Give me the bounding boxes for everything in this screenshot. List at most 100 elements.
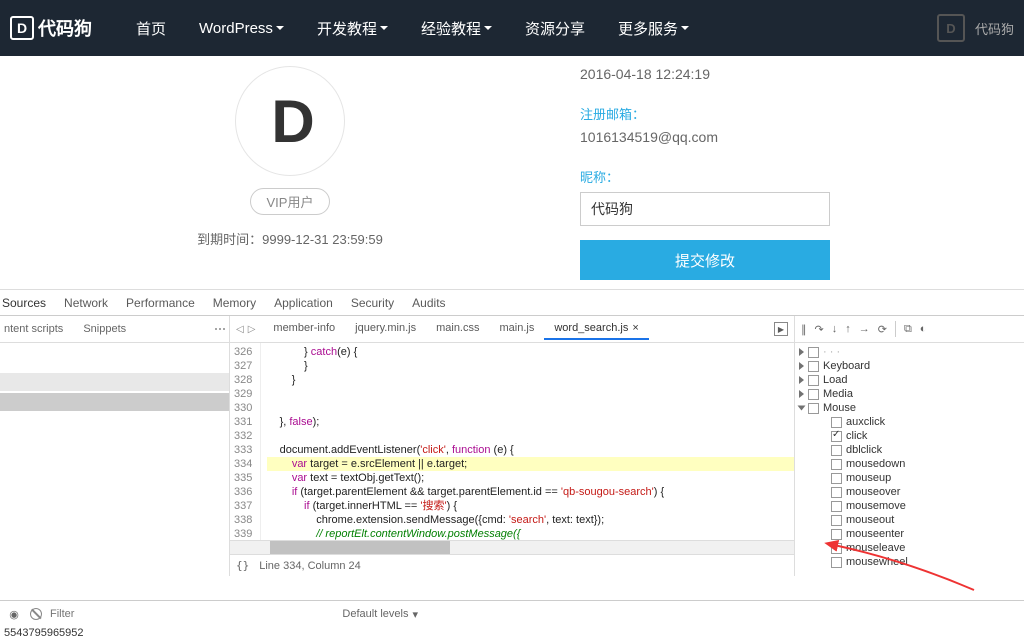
nav-item[interactable]: 开发教程 [303,10,402,47]
list-item[interactable] [0,393,229,411]
nav-item[interactable]: 首页 [122,10,180,47]
event-item[interactable]: auxclick [846,416,885,428]
file-tab[interactable]: main.css [426,318,489,340]
checkbox[interactable] [831,459,842,470]
cursor-status: Line 334, Column 24 [259,560,361,572]
console-filter-input[interactable] [50,608,330,620]
pause-icon[interactable]: ∥ [801,323,807,336]
pause-exc-icon[interactable]: ◐ [920,323,927,335]
devtools-tab[interactable]: Memory [213,292,256,314]
event-item[interactable]: dblclick [846,444,882,456]
code-line[interactable]: if (target.innerHTML == '搜索') { [267,499,794,513]
code-line[interactable]: var target = e.srcElement || e.target; [267,457,794,471]
clear-console-icon[interactable] [30,608,42,620]
event-item[interactable]: mouseleave [846,542,905,554]
code-line[interactable] [267,401,794,415]
expand-icon[interactable] [799,348,804,356]
event-group[interactable]: Keyboard [823,360,870,372]
file-tab[interactable]: word_search.js× [544,318,648,340]
deactivate-bp-icon[interactable]: ⟳ [878,323,887,336]
event-group[interactable]: Load [823,374,847,386]
event-group[interactable]: Mouse [823,402,856,414]
checkbox[interactable] [831,487,842,498]
eye-icon[interactable]: ◉ [6,608,22,621]
expand-icon[interactable] [799,390,804,398]
log-level-select[interactable]: Default levels ▾ [342,608,418,621]
code-line[interactable]: } [267,373,794,387]
site-logo[interactable]: 代码狗 [10,15,92,41]
format-icon[interactable]: {} [236,559,249,572]
header-user[interactable]: 代码狗 [975,19,1014,38]
expand-icon[interactable] [799,376,804,384]
vip-badge: VIP用户 [250,188,331,215]
step-out-icon[interactable]: ↑ [845,323,851,335]
file-tab[interactable]: main.js [490,318,545,340]
devtools-tab[interactable]: Performance [126,292,195,314]
file-tab[interactable]: jquery.min.js [345,318,426,340]
checkbox[interactable] [808,361,819,372]
nav-item[interactable]: 资源分享 [511,10,599,47]
checkbox[interactable] [831,417,842,428]
event-item[interactable]: mousemove [846,500,906,512]
code-line[interactable] [267,429,794,443]
event-group[interactable]: Media [823,388,853,400]
checkbox[interactable] [808,403,819,414]
code-line[interactable] [267,387,794,401]
event-item[interactable]: mouseover [846,486,900,498]
checkbox[interactable] [808,375,819,386]
devtools-tab[interactable]: Network [64,292,108,314]
devtools-tab[interactable]: Security [351,292,394,314]
expand-icon[interactable] [799,362,804,370]
run-icon[interactable]: ▶ [774,322,788,336]
checkbox[interactable] [831,473,842,484]
checkbox[interactable] [831,515,842,526]
code-line[interactable]: // reportElt.contentWindow.postMessage({ [267,527,794,540]
more-icon[interactable] [215,328,225,330]
checkbox[interactable] [831,543,842,554]
devtools-tab[interactable]: Sources [2,292,46,314]
checkbox[interactable] [831,445,842,456]
step-over-icon[interactable]: ↷ [815,323,824,336]
event-item[interactable]: mousedown [846,458,905,470]
code-line[interactable]: } catch(e) { [267,345,794,359]
nav-item[interactable]: WordPress [185,10,298,47]
file-tab[interactable]: member-info [263,318,345,340]
event-item[interactable]: mousewheel [846,556,908,568]
list-item[interactable] [0,373,229,391]
email-label: 注册邮箱： [580,104,1024,123]
checkbox[interactable] [831,529,842,540]
step-into-icon[interactable]: ↓ [832,323,838,335]
step-icon[interactable]: → [859,323,870,335]
nav-fwd-icon[interactable]: ▷ [248,324,256,335]
nav-item[interactable]: 经验教程 [407,10,506,47]
code-line[interactable]: var text = textObj.getText(); [267,471,794,485]
event-item[interactable]: mouseenter [846,528,904,540]
devtools-tab[interactable]: Application [274,292,333,314]
devtools-tab[interactable]: Audits [412,292,445,314]
close-icon[interactable]: × [632,322,638,334]
nav-item[interactable]: 更多服务 [604,10,703,47]
event-item[interactable]: click [846,430,867,442]
nav-back-icon[interactable]: ◁ [236,324,244,335]
code-line[interactable]: document.addEventListener('click', funct… [267,443,794,457]
code-line[interactable]: chrome.extension.sendMessage({cmd: 'sear… [267,513,794,527]
event-item[interactable]: mouseout [846,514,894,526]
brand-text: 代码狗 [38,15,92,41]
code-line[interactable]: if (target.parentElement && target.paren… [267,485,794,499]
script-bp-icon[interactable]: ⧉ [904,323,912,336]
code-line[interactable]: }, false); [267,415,794,429]
left-tab-snippets[interactable]: Snippets [83,323,126,335]
checkbox[interactable] [831,501,842,512]
event-item[interactable]: mouseup [846,472,891,484]
submit-button[interactable]: 提交修改 [580,240,830,280]
main-nav: 首页WordPress开发教程经验教程资源分享更多服务 [122,10,703,47]
left-tab-content-scripts[interactable]: ntent scripts [4,323,63,335]
checkbox[interactable] [831,431,842,442]
horizontal-scrollbar[interactable] [230,540,794,554]
checkbox[interactable] [808,389,819,400]
checkbox[interactable] [808,347,819,358]
nickname-input[interactable] [580,192,830,226]
code-line[interactable]: } [267,359,794,373]
expand-icon[interactable] [798,406,806,411]
checkbox[interactable] [831,557,842,568]
